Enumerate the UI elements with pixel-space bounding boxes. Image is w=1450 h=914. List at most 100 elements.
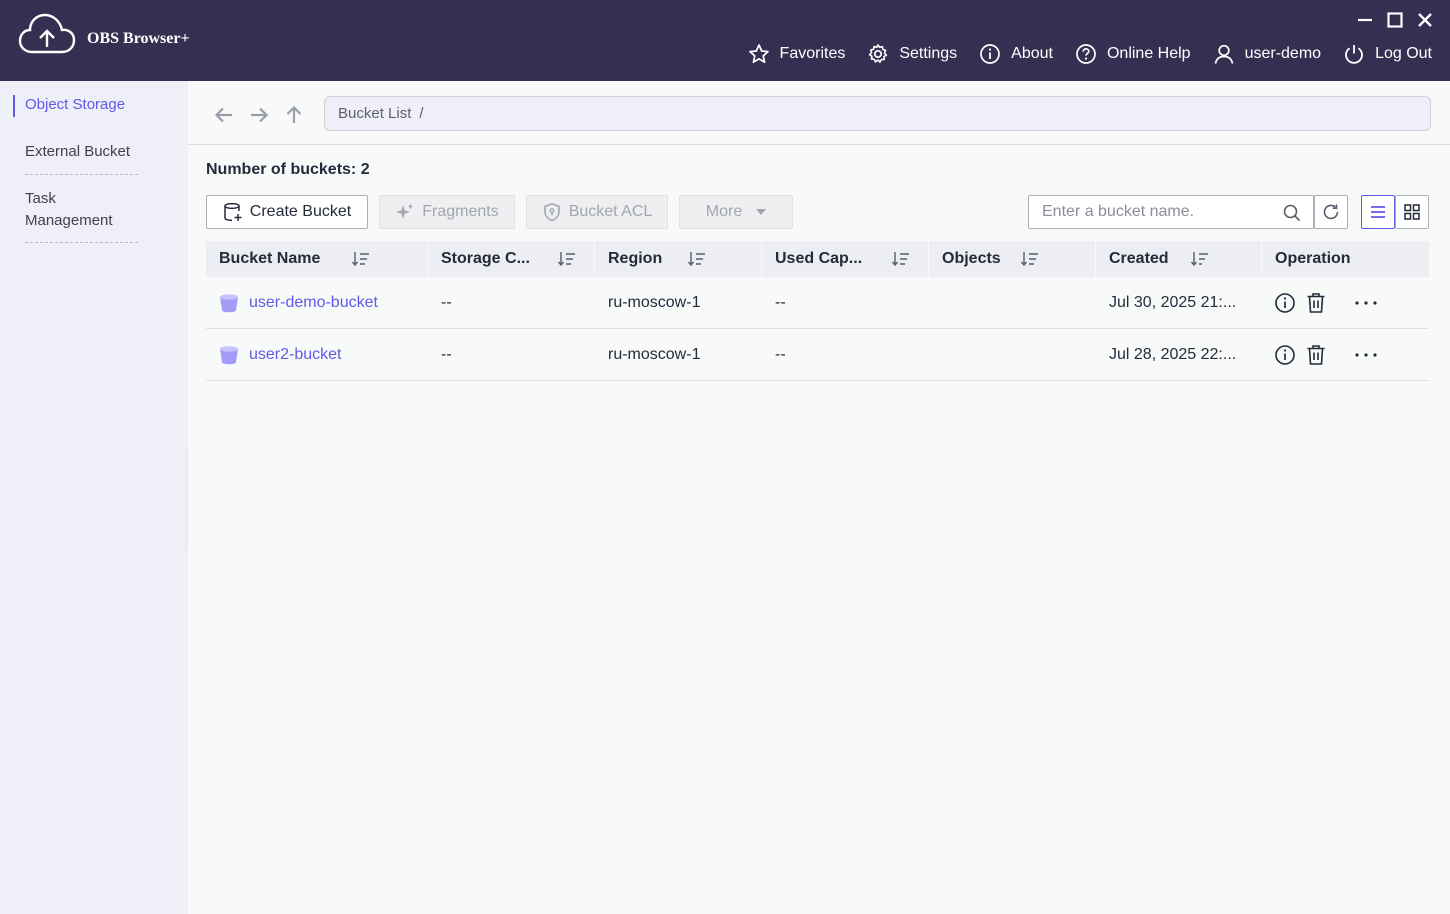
create-bucket-button[interactable]: Create Bucket: [206, 195, 368, 229]
more-dropdown-button[interactable]: More: [679, 195, 793, 229]
user-menu[interactable]: user-demo: [1213, 43, 1321, 65]
bucket-icon: [220, 346, 238, 365]
table-row: user-demo-bucket -- ru-moscow-1 -- Jul 3…: [206, 277, 1429, 329]
column-label: Created: [1109, 250, 1169, 267]
refresh-button[interactable]: [1314, 195, 1348, 229]
create-bucket-label: Create Bucket: [249, 203, 352, 220]
column-header-used-capacity[interactable]: Used Cap...: [762, 241, 929, 277]
column-header-region[interactable]: Region: [595, 241, 762, 277]
refresh-icon: [1323, 204, 1339, 220]
more-actions-icon[interactable]: [1354, 300, 1378, 306]
logout-label: Log Out: [1375, 45, 1432, 62]
column-header-objects[interactable]: Objects: [929, 241, 1096, 277]
breadcrumb-root[interactable]: Bucket List: [338, 105, 411, 122]
app-title: OBS Browser+: [87, 30, 190, 47]
region-cell: ru-moscow-1: [608, 346, 701, 363]
bucket-search: [1028, 195, 1314, 229]
gear-icon: [869, 44, 888, 63]
sort-icon[interactable]: [892, 251, 910, 267]
bucket-count: Number of buckets: 2: [206, 161, 370, 178]
bucket-name-cell: user-demo-bucket: [206, 277, 428, 329]
info-icon: [980, 44, 1001, 64]
navigation-bar: Bucket List /: [188, 81, 1450, 145]
back-button[interactable]: [213, 104, 235, 126]
sidebar-divider: [25, 174, 138, 175]
bucket-acl-button[interactable]: Bucket ACL: [526, 195, 668, 229]
top-navigation: Favorites Settings About Online Help use…: [748, 43, 1432, 65]
bucket-icon: [220, 294, 238, 313]
settings-label: Settings: [899, 45, 958, 62]
title-bar: OBS Browser+ Favorites Settings About On…: [0, 0, 1450, 81]
sidebar-divider: [25, 242, 138, 243]
minimize-button[interactable]: [1354, 8, 1376, 32]
column-label: Used Cap...: [775, 250, 863, 267]
favorites-label: Favorites: [779, 45, 846, 62]
sidebar-item-external-bucket[interactable]: External Bucket: [25, 141, 138, 163]
sort-icon[interactable]: [688, 251, 706, 267]
online-help-label: Online Help: [1106, 45, 1191, 62]
maximize-button[interactable]: [1384, 8, 1406, 32]
arrow-right-icon: [251, 107, 269, 123]
column-label: Storage C...: [441, 250, 530, 267]
sort-icon[interactable]: [1021, 251, 1039, 267]
maximize-icon: [1387, 12, 1403, 28]
power-icon: [1345, 45, 1363, 64]
sparkle-icon: [396, 203, 414, 219]
sort-icon[interactable]: [558, 251, 576, 267]
close-window-button[interactable]: [1414, 8, 1436, 32]
delete-icon[interactable]: [1306, 292, 1326, 314]
table-header: Bucket Name Storage C... Region Used Cap…: [206, 241, 1429, 277]
shield-icon: [543, 202, 560, 222]
objects-cell: [929, 277, 1096, 329]
bucket-search-input[interactable]: [1029, 203, 1274, 221]
list-view-button[interactable]: [1361, 195, 1395, 229]
breadcrumb-separator: /: [419, 105, 424, 122]
forward-button[interactable]: [248, 104, 270, 126]
favorites-link[interactable]: Favorites: [748, 43, 846, 65]
fragments-label: Fragments: [422, 203, 499, 220]
user-icon: [1214, 44, 1233, 64]
star-icon: [748, 44, 769, 64]
operation-cell: [1262, 277, 1429, 329]
grid-view-icon: [1404, 204, 1420, 220]
list-view-icon: [1371, 206, 1385, 218]
more-actions-icon[interactable]: [1354, 352, 1378, 358]
delete-icon[interactable]: [1306, 344, 1326, 366]
logout-link[interactable]: Log Out: [1343, 43, 1432, 65]
sidebar-item-task-management[interactable]: Task Management: [25, 188, 138, 232]
info-icon[interactable]: [1274, 344, 1296, 366]
arrow-left-icon: [214, 107, 232, 123]
sort-descending-icon[interactable]: [1191, 251, 1209, 267]
bucket-link[interactable]: user2-bucket: [249, 346, 342, 364]
up-button[interactable]: [283, 104, 305, 126]
main-content: Bucket List / Number of buckets: 2 Creat…: [188, 81, 1450, 914]
fragments-button[interactable]: Fragments: [379, 195, 515, 229]
column-header-created[interactable]: Created: [1096, 241, 1262, 277]
used-capacity-cell: --: [775, 294, 786, 311]
arrow-up-icon: [286, 105, 302, 123]
sort-icon[interactable]: [352, 251, 370, 267]
grid-view-button[interactable]: [1395, 195, 1429, 229]
active-indicator: [13, 95, 15, 117]
about-label: About: [1011, 45, 1053, 62]
path-breadcrumb[interactable]: Bucket List /: [324, 96, 1431, 131]
bucket-acl-label: Bucket ACL: [568, 203, 653, 220]
close-icon: [1418, 13, 1432, 27]
column-label: Objects: [942, 250, 1001, 267]
storage-class-cell: --: [441, 346, 452, 363]
column-header-bucket-name[interactable]: Bucket Name: [206, 241, 428, 277]
column-label: Bucket Name: [219, 250, 321, 267]
search-icon[interactable]: [1283, 204, 1301, 227]
about-link[interactable]: About: [979, 43, 1053, 65]
info-icon[interactable]: [1274, 292, 1296, 314]
bucket-link[interactable]: user-demo-bucket: [249, 294, 378, 312]
sidebar-item-object-storage[interactable]: Object Storage: [25, 94, 138, 116]
cloud-upload-logo-icon: [18, 13, 76, 54]
sidebar: Object Storage External Bucket Task Mana…: [0, 81, 188, 914]
window-controls: [1354, 8, 1436, 32]
online-help-link[interactable]: Online Help: [1075, 43, 1191, 65]
objects-cell: [929, 329, 1096, 381]
column-label: Region: [608, 250, 663, 267]
settings-link[interactable]: Settings: [867, 43, 957, 65]
column-header-storage-class[interactable]: Storage C...: [428, 241, 595, 277]
